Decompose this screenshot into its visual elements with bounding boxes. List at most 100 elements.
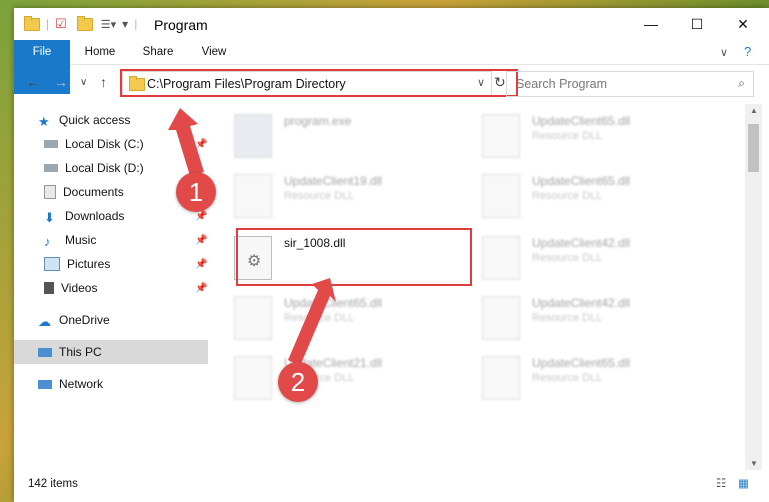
dll-icon (234, 296, 272, 340)
document-icon (44, 185, 56, 199)
list-item[interactable]: UpdateClient65.dll Resource DLL (226, 290, 462, 344)
exe-icon (234, 114, 272, 158)
recent-locations-icon[interactable]: ∨ (80, 77, 87, 88)
dll-icon (234, 356, 272, 400)
sidebar-item-music[interactable]: ♪ Music 📌 (14, 228, 238, 252)
sidebar-item-label: This PC (59, 345, 102, 359)
network-icon (38, 379, 52, 389)
pin-icon[interactable]: 📌 (195, 259, 207, 270)
annotation-badge-2: 2 (278, 362, 318, 402)
music-icon: ♪ (44, 234, 51, 249)
computer-icon (38, 347, 52, 357)
address-highlight-box (120, 69, 518, 97)
sidebar-item-videos[interactable]: Videos 📌 (14, 276, 238, 300)
pictures-icon (44, 257, 60, 271)
dll-icon (482, 236, 520, 280)
sidebar-item-this-pc[interactable]: This PC (14, 340, 208, 364)
list-item[interactable]: UpdateClient21.dll Resource DLL (226, 350, 462, 404)
sidebar-item-quick-access[interactable]: ★ Quick access (14, 108, 232, 132)
search-input[interactable]: Search Program ⌕ (506, 71, 754, 97)
list-item[interactable]: UpdateClient65.dll Resource DLL (474, 350, 710, 404)
close-button[interactable]: ✕ (720, 8, 766, 40)
sidebar-item-local-disk-c[interactable]: Local Disk (C:) 📌 (14, 132, 238, 156)
sidebar-item-pictures[interactable]: Pictures 📌 (14, 252, 238, 276)
up-icon[interactable]: ↑ (100, 74, 107, 90)
list-item[interactable]: UpdateClient65.dll Resource DLL (474, 108, 710, 162)
tab-share[interactable]: Share (138, 40, 178, 64)
sidebar-item-label: Music (65, 233, 97, 247)
file-name: program.exe (284, 114, 352, 128)
list-item[interactable]: UpdateClient19.dll Resource DLL (226, 168, 462, 222)
file-list: program.exe UpdateClient65.dll Resource … (226, 104, 744, 470)
list-item[interactable]: UpdateClient42.dll Resource DLL (474, 230, 710, 284)
quick-access-toolbar: | ☑ ☰▾ ▾ | (24, 15, 137, 32)
list-item[interactable]: program.exe (226, 108, 462, 162)
list-item[interactable]: UpdateClient42.dll Resource DLL (474, 290, 710, 344)
file-type: Resource DLL (532, 372, 603, 384)
drive-icon (44, 164, 58, 172)
search-icon[interactable]: ⌕ (738, 76, 745, 91)
chevron-down-icon[interactable]: ▾ (122, 17, 128, 31)
forward-icon[interactable]: → (54, 74, 68, 90)
drive-icon (44, 140, 58, 148)
ribbon: File Home Share View ∨ ? (14, 40, 769, 94)
sidebar-item-label: Videos (61, 281, 98, 295)
file-name: UpdateClient42.dll (532, 296, 631, 310)
file-name: UpdateClient65.dll (532, 356, 631, 370)
annotation-badge-1: 1 (176, 172, 216, 212)
status-bar: 142 items ☷ ▦ (14, 470, 769, 502)
file-type: Resource DLL (532, 252, 603, 264)
vertical-scrollbar[interactable]: ▲ ▼ (745, 104, 762, 470)
pin-icon[interactable]: 📌 (195, 235, 207, 246)
pin-icon[interactable]: 📌 (195, 283, 207, 294)
back-icon[interactable]: ← (26, 74, 40, 90)
new-folder-icon[interactable] (76, 15, 93, 31)
sidebar-item-label: Downloads (65, 209, 125, 223)
scroll-up-icon[interactable]: ▲ (750, 106, 758, 115)
tab-home[interactable]: Home (80, 40, 120, 64)
file-highlight-box (236, 228, 472, 286)
star-icon: ★ (38, 114, 50, 129)
file-type: Resource DLL (284, 190, 355, 202)
file-name: UpdateClient65.dll (532, 174, 631, 188)
list-item[interactable]: UpdateClient65.dll Resource DLL (474, 168, 710, 222)
pin-icon[interactable]: 📌 (195, 139, 207, 150)
folder-icon[interactable] (24, 15, 40, 31)
sidebar-item-label: Quick access (59, 113, 131, 127)
title-bar: | ☑ ☰▾ ▾ | Program — ☐ ✕ (14, 8, 769, 40)
cloud-icon: ☁ (38, 314, 51, 329)
video-icon (44, 282, 54, 294)
sidebar-item-label: Pictures (67, 257, 111, 271)
window-title: Program (154, 17, 208, 33)
explorer-window: | ☑ ☰▾ ▾ | Program — ☐ ✕ File Home Share… (14, 8, 769, 502)
download-icon: ⬇ (44, 210, 55, 225)
large-icons-view-icon[interactable]: ▦ (738, 476, 749, 490)
item-count: 142 items (28, 478, 78, 490)
scroll-down-icon[interactable]: ▼ (750, 459, 758, 468)
pin-icon[interactable]: 📌 (195, 211, 207, 222)
file-type: Resource DLL (532, 130, 603, 142)
file-name: UpdateClient65.dll (532, 114, 631, 128)
minimize-button[interactable]: — (628, 8, 674, 40)
dll-icon (482, 114, 520, 158)
help-icon[interactable]: ? (744, 44, 751, 59)
details-view-icon[interactable]: ☷ (716, 476, 726, 490)
dll-icon (234, 174, 272, 218)
file-type: Resource DLL (532, 312, 603, 324)
properties-icon[interactable]: ☑ (55, 16, 67, 32)
scrollbar-thumb[interactable] (748, 124, 759, 172)
file-name: UpdateClient19.dll (284, 174, 383, 188)
navigation-pane: ★ Quick access Local Disk (C:) 📌 Local D… (14, 104, 210, 474)
customize-toolbar-icon[interactable]: ☰▾ (101, 18, 116, 31)
maximize-button[interactable]: ☐ (674, 8, 720, 40)
sidebar-item-network[interactable]: Network (14, 372, 232, 396)
dll-icon (482, 174, 520, 218)
file-type: Resource DLL (532, 190, 603, 202)
chevron-down-icon[interactable]: ∨ (720, 46, 728, 59)
tab-view[interactable]: View (196, 40, 232, 64)
sidebar-item-label: Local Disk (C:) (65, 137, 144, 151)
search-placeholder: Search Program (516, 77, 608, 91)
file-name: UpdateClient65.dll (284, 296, 383, 310)
sidebar-item-onedrive[interactable]: ☁ OneDrive (14, 308, 232, 332)
sidebar-item-label: Documents (63, 185, 124, 199)
